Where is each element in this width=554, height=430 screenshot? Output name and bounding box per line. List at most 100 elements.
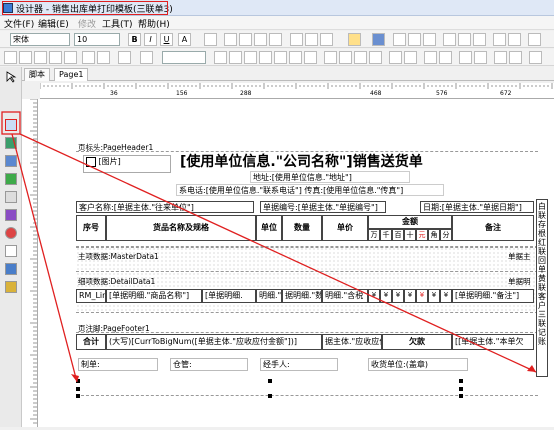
menu-modify[interactable]: 修改 (78, 17, 96, 30)
menu-file[interactable]: 文件(F) (4, 17, 34, 30)
italic-button[interactable]: I (144, 33, 157, 46)
align-right-edges-icon[interactable] (259, 51, 272, 64)
space-h-icon[interactable] (354, 51, 367, 64)
valign-top-icon[interactable] (290, 33, 303, 46)
selection-handle[interactable] (459, 387, 463, 391)
frame-right-icon[interactable] (49, 51, 62, 64)
zoom-tool-icon[interactable] (5, 87, 17, 99)
grid-toggle-icon[interactable] (494, 51, 507, 64)
report-options-icon[interactable] (529, 51, 542, 64)
design-canvas[interactable]: 页标头:PageHeader1 [图片] [使用单位信息."公司名称"]销售送货… (38, 99, 554, 427)
formula-icon[interactable] (474, 51, 487, 64)
big-amount-field[interactable]: (大写)[CurrToBigNum([单据主体."应收应付金额"])] (106, 334, 322, 350)
amount-digit-header[interactable]: 百 (392, 229, 404, 241)
detail-seq[interactable]: RM_Lin (76, 289, 106, 303)
copy-distribution-note[interactable]: 白联存根 红联回单 黄联客户 三联记账 (536, 199, 548, 377)
total-label[interactable]: 合计 (76, 334, 106, 350)
picture-tool-icon[interactable] (5, 155, 17, 167)
center-v-icon[interactable] (404, 51, 417, 64)
bold-button[interactable]: B (128, 33, 141, 46)
col-unit[interactable]: 单位 (256, 215, 282, 241)
tab-page1[interactable]: Page1 (54, 68, 89, 81)
col-qty[interactable]: 数量 (282, 215, 322, 241)
chart-tool-icon[interactable] (5, 227, 17, 239)
detail-digit[interactable]: ¥ (416, 289, 428, 303)
handler-field[interactable]: 经手人: (260, 358, 338, 371)
report-title[interactable]: [使用单位信息."公司名称"]销售送货单 (176, 153, 486, 171)
align-justify-icon[interactable] (269, 33, 282, 46)
fill-color-icon[interactable] (118, 51, 131, 64)
selection-handle[interactable] (459, 394, 463, 398)
selection-handle[interactable] (76, 379, 80, 383)
detail-name[interactable]: [单据明细."商品名称"] (106, 289, 202, 303)
align-right-icon[interactable] (254, 33, 267, 46)
col-price[interactable]: 单价 (322, 215, 368, 241)
center-h-icon[interactable] (389, 51, 402, 64)
pointer-tool-icon[interactable] (5, 71, 17, 83)
frame-none-icon[interactable] (82, 51, 95, 64)
line-width-select[interactable] (162, 51, 206, 64)
detail-qty[interactable]: 据明细."数 (282, 289, 322, 303)
logo-image-field[interactable]: [图片] (83, 155, 171, 173)
find-icon[interactable] (423, 33, 436, 46)
align-h-center-icon[interactable] (244, 51, 257, 64)
barcode-tool-icon[interactable] (5, 245, 17, 257)
preview-icon[interactable] (408, 33, 421, 46)
frame-all-icon[interactable] (4, 51, 17, 64)
space-v-icon[interactable] (369, 51, 382, 64)
copy-icon[interactable] (458, 33, 471, 46)
highlight-icon[interactable] (204, 33, 217, 46)
font-name-select[interactable]: 宋体 (10, 33, 70, 46)
amount-digit-header[interactable]: 角 (428, 229, 440, 241)
selection-handle[interactable] (76, 387, 80, 391)
ole-tool-icon[interactable] (5, 281, 17, 293)
amount-digit-header[interactable]: 万 (368, 229, 380, 241)
small-amount-field[interactable]: 据主体."应收应付金 (322, 334, 382, 350)
valign-bottom-icon[interactable] (320, 33, 333, 46)
align-v-center-icon[interactable] (289, 51, 302, 64)
font-color-button[interactable]: A (178, 33, 191, 46)
detail-digit[interactable]: ¥ (440, 289, 452, 303)
date-field[interactable]: 日期:[单据主体."单据日期"] (420, 201, 534, 213)
align-top-edges-icon[interactable] (274, 51, 287, 64)
col-seq[interactable]: 序号 (76, 215, 106, 241)
align-grid-icon[interactable] (214, 51, 227, 64)
align-left-icon[interactable] (224, 33, 237, 46)
frame-left-icon[interactable] (19, 51, 32, 64)
band-tool-icon[interactable] (5, 119, 17, 131)
warehouse-field[interactable]: 仓管: (170, 358, 248, 371)
maker-field[interactable]: 制单: (78, 358, 158, 371)
detail-price[interactable]: 明细."含税 (322, 289, 368, 303)
selection-handle[interactable] (76, 394, 80, 398)
undo-icon[interactable] (493, 33, 506, 46)
line-tool-icon[interactable] (5, 191, 17, 203)
address-field[interactable]: 地址:[使用单位信息."地址"] (250, 171, 410, 183)
underline-button[interactable]: U (160, 33, 173, 46)
doc-no-field[interactable]: 单据编号:[单据主体."单据编号"] (260, 201, 386, 213)
customer-field[interactable]: 客户名称:[单据主体."往来单位"] (76, 201, 254, 213)
menu-edit[interactable]: 编辑(E) (38, 17, 69, 30)
menu-tools[interactable]: 工具(T) (102, 17, 133, 30)
detail-unit[interactable]: 明细." (256, 289, 282, 303)
same-width-icon[interactable] (324, 51, 337, 64)
col-name[interactable]: 货品名称及规格 (106, 215, 256, 241)
font-size-select[interactable]: 10 (74, 33, 120, 46)
selection-handle[interactable] (268, 394, 272, 398)
paste-icon[interactable] (473, 33, 486, 46)
align-bottom-edges-icon[interactable] (304, 51, 317, 64)
field-icon[interactable] (459, 51, 472, 64)
owed-value-field[interactable]: [[单据主体."本单欠 (452, 334, 534, 350)
memo-tool-icon[interactable] (5, 137, 17, 149)
col-amount[interactable]: 金额 (368, 215, 452, 229)
detail-digit[interactable]: ¥ (392, 289, 404, 303)
phone-fax-field[interactable]: 系电话:[使用单位信息."联系电话"] 传真:[使用单位信息."传真"] (176, 184, 444, 196)
cut-icon[interactable] (443, 33, 456, 46)
detail-digit[interactable]: ¥ (380, 289, 392, 303)
align-to-grid-icon[interactable] (509, 51, 522, 64)
detail-digit[interactable]: ¥ (368, 289, 380, 303)
amount-digit-header[interactable]: 元 (416, 229, 428, 241)
new-file-icon[interactable] (348, 33, 361, 46)
amount-digit-header[interactable]: 分 (440, 229, 452, 241)
print-icon[interactable] (393, 33, 406, 46)
selection-handle[interactable] (268, 379, 272, 383)
